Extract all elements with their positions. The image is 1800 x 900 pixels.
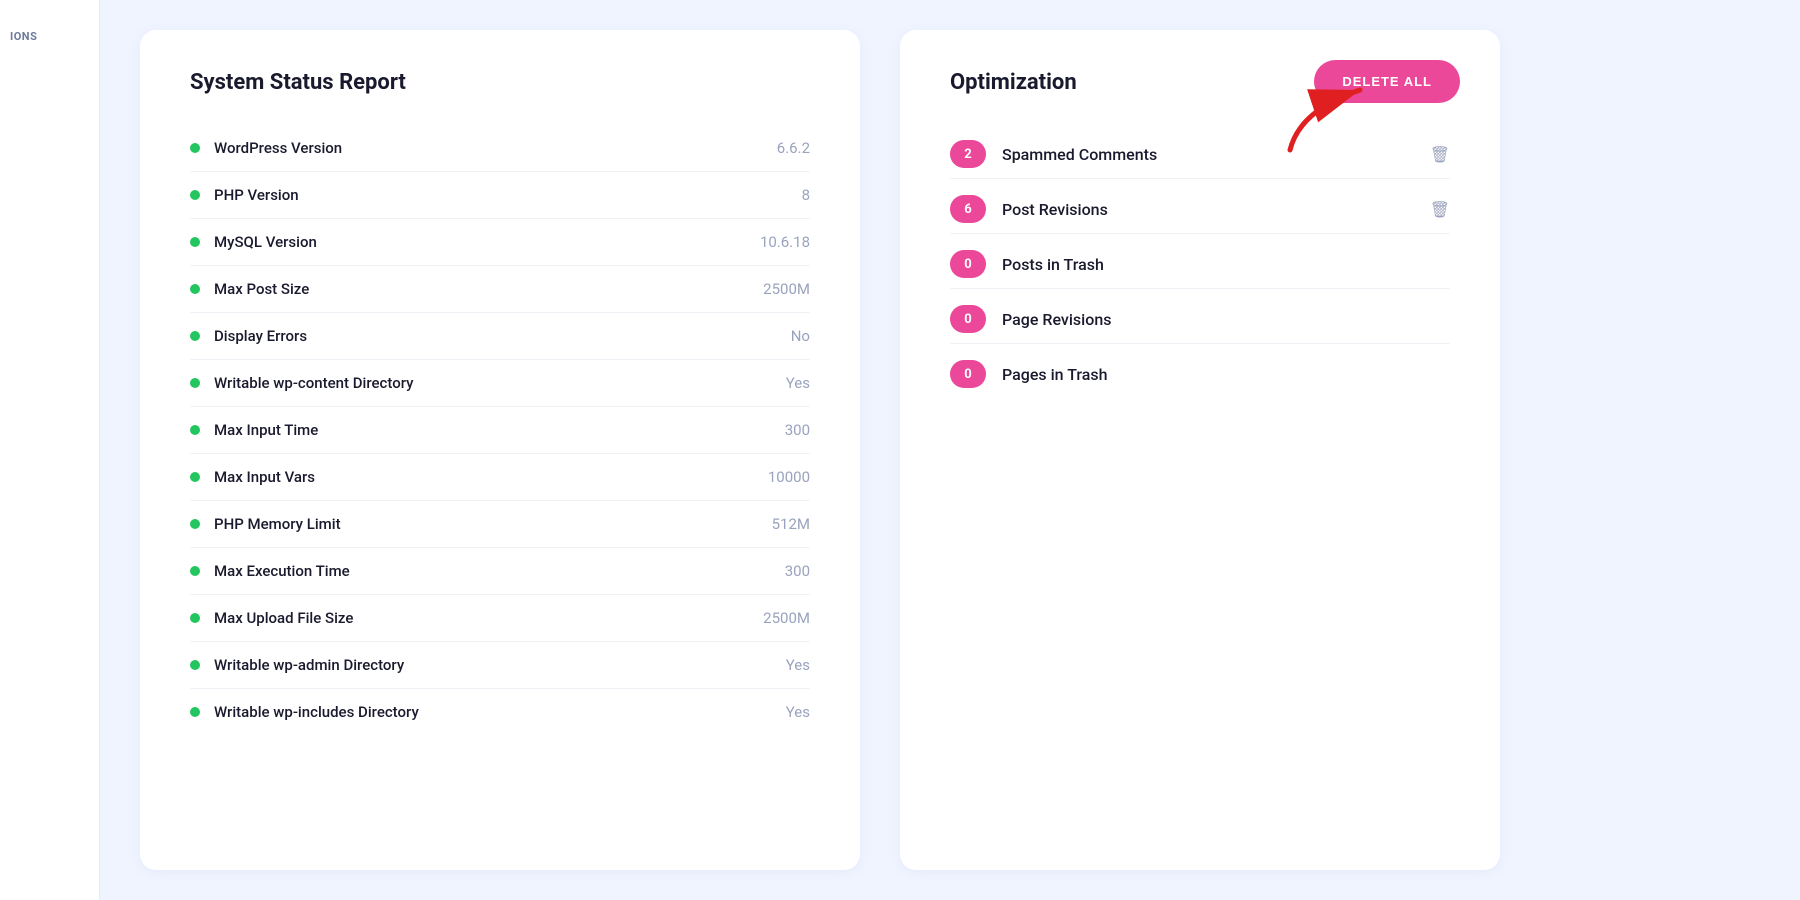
status-item: Max Execution Time 300	[190, 548, 810, 595]
status-value: 10.6.18	[760, 233, 810, 251]
status-item: MySQL Version 10.6.18	[190, 219, 810, 266]
status-label: Max Execution Time	[214, 562, 350, 580]
status-item-left: Max Upload File Size	[190, 609, 353, 627]
status-item: Display Errors No	[190, 313, 810, 360]
status-dot	[190, 660, 200, 670]
system-status-panel: System Status Report WordPress Version 6…	[140, 30, 860, 870]
opt-item: 0 Pages in Trash	[950, 350, 1450, 398]
arrow-annotation	[1280, 80, 1380, 164]
status-value: 300	[785, 421, 810, 439]
status-dot	[190, 519, 200, 529]
status-value: 2500M	[763, 280, 810, 298]
status-label: PHP Memory Limit	[214, 515, 341, 533]
opt-item-label: Post Revisions	[1002, 200, 1414, 219]
sidebar-label: IONS	[10, 20, 37, 53]
status-item: Writable wp-content Directory Yes	[190, 360, 810, 407]
status-value: 10000	[768, 468, 810, 486]
status-dot	[190, 425, 200, 435]
sidebar: IONS	[0, 0, 100, 900]
count-badge: 0	[950, 305, 986, 333]
status-value: 512M	[772, 515, 810, 533]
count-badge: 0	[950, 250, 986, 278]
status-item-left: MySQL Version	[190, 233, 317, 251]
status-label: Max Upload File Size	[214, 609, 353, 627]
status-dot	[190, 237, 200, 247]
status-item-left: Max Post Size	[190, 280, 309, 298]
opt-item: 0 Page Revisions	[950, 295, 1450, 344]
status-value: Yes	[786, 374, 810, 392]
status-item-left: Writable wp-admin Directory	[190, 656, 404, 674]
status-dot	[190, 378, 200, 388]
status-label: Writable wp-admin Directory	[214, 656, 404, 674]
status-dot	[190, 190, 200, 200]
status-item-left: Writable wp-includes Directory	[190, 703, 419, 721]
status-list: WordPress Version 6.6.2 PHP Version 8 My…	[190, 125, 810, 735]
status-dot	[190, 331, 200, 341]
status-item: PHP Version 8	[190, 172, 810, 219]
status-value: 6.6.2	[777, 139, 810, 157]
status-dot	[190, 143, 200, 153]
status-value: No	[791, 327, 810, 345]
status-value: 8	[802, 186, 810, 204]
opt-item-label: Page Revisions	[1002, 310, 1450, 329]
opt-item-label: Posts in Trash	[1002, 255, 1450, 274]
status-dot	[190, 566, 200, 576]
status-item-left: Writable wp-content Directory	[190, 374, 414, 392]
status-item: WordPress Version 6.6.2	[190, 125, 810, 172]
status-dot	[190, 707, 200, 717]
status-value: Yes	[786, 656, 810, 674]
status-item-left: PHP Version	[190, 186, 299, 204]
status-value: 300	[785, 562, 810, 580]
status-label: WordPress Version	[214, 139, 342, 157]
status-item: Max Upload File Size 2500M	[190, 595, 810, 642]
status-label: Writable wp-includes Directory	[214, 703, 419, 721]
status-item-left: PHP Memory Limit	[190, 515, 341, 533]
status-label: Display Errors	[214, 327, 307, 345]
status-item: Writable wp-includes Directory Yes	[190, 689, 810, 735]
status-item-left: WordPress Version	[190, 139, 342, 157]
count-badge: 2	[950, 140, 986, 168]
status-item: Writable wp-admin Directory Yes	[190, 642, 810, 689]
status-item-left: Max Input Vars	[190, 468, 315, 486]
trash-icon[interactable]: 🗑	[1430, 200, 1450, 219]
opt-item-label: Pages in Trash	[1002, 365, 1450, 384]
main-content: System Status Report WordPress Version 6…	[100, 0, 1800, 900]
status-value: Yes	[786, 703, 810, 721]
status-dot	[190, 613, 200, 623]
status-label: PHP Version	[214, 186, 299, 204]
count-badge: 6	[950, 195, 986, 223]
optimization-list: 2 Spammed Comments 🗑 6 Post Revisions 🗑 …	[950, 130, 1450, 398]
status-dot	[190, 284, 200, 294]
status-item-left: Display Errors	[190, 327, 307, 345]
opt-item: 0 Posts in Trash	[950, 240, 1450, 289]
system-status-title: System Status Report	[190, 70, 810, 95]
status-label: Max Input Time	[214, 421, 318, 439]
status-label: Writable wp-content Directory	[214, 374, 414, 392]
count-badge: 0	[950, 360, 986, 388]
opt-item: 6 Post Revisions 🗑	[950, 185, 1450, 234]
status-item: PHP Memory Limit 512M	[190, 501, 810, 548]
trash-icon[interactable]: 🗑	[1430, 145, 1450, 164]
status-dot	[190, 472, 200, 482]
optimization-panel: Optimization DELETE ALL 2 Spammed Commen…	[900, 30, 1500, 870]
status-item: Max Input Time 300	[190, 407, 810, 454]
status-value: 2500M	[763, 609, 810, 627]
status-item-left: Max Execution Time	[190, 562, 350, 580]
status-item-left: Max Input Time	[190, 421, 318, 439]
status-label: Max Input Vars	[214, 468, 315, 486]
status-item: Max Post Size 2500M	[190, 266, 810, 313]
status-label: MySQL Version	[214, 233, 317, 251]
status-item: Max Input Vars 10000	[190, 454, 810, 501]
status-label: Max Post Size	[214, 280, 309, 298]
